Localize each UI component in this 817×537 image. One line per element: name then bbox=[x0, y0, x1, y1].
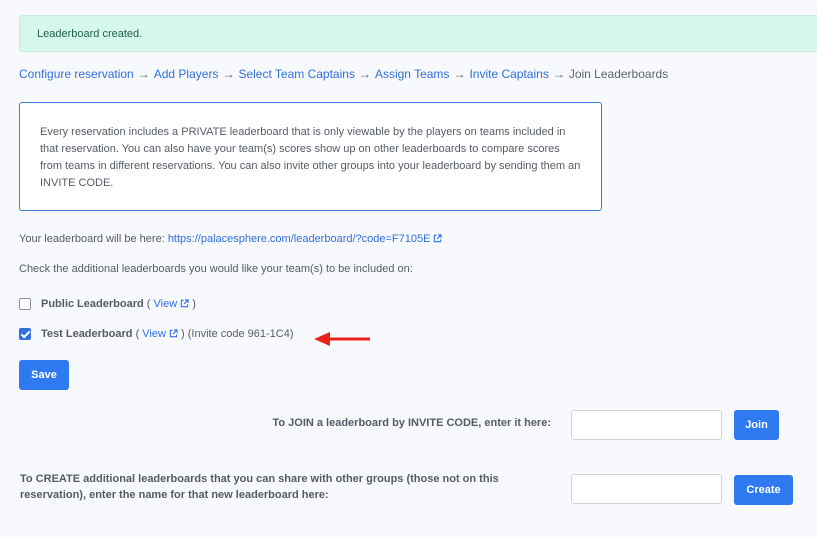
leaderboard-close-paren: ) bbox=[192, 298, 196, 310]
breadcrumb-separator: → bbox=[222, 67, 235, 81]
join-button[interactable]: Join bbox=[734, 410, 779, 440]
success-alert: Leaderboard created. bbox=[19, 15, 817, 52]
leaderboard-option-public: Public Leaderboard ( View ) bbox=[19, 298, 196, 310]
leaderboard-option-test: Test Leaderboard ( View ) (Invite code 9… bbox=[19, 328, 294, 340]
info-box: Every reservation includes a PRIVATE lea… bbox=[19, 102, 602, 211]
check-prompt: Check the additional leaderboards you wo… bbox=[19, 263, 413, 275]
leaderboard-url-prefix: Your leaderboard will be here: bbox=[19, 233, 165, 245]
breadcrumb-select-team-captains[interactable]: Select Team Captains bbox=[238, 67, 355, 81]
leaderboard-close-paren: ) bbox=[181, 328, 185, 340]
breadcrumb-configure-reservation[interactable]: Configure reservation bbox=[19, 67, 134, 81]
alert-message: Leaderboard created. bbox=[37, 28, 143, 40]
red-arrow-icon bbox=[314, 332, 370, 346]
breadcrumb-assign-teams[interactable]: Assign Teams bbox=[375, 67, 449, 81]
leaderboard-url-text: https://palacesphere.com/leaderboard/?co… bbox=[167, 233, 431, 245]
breadcrumb-add-players[interactable]: Add Players bbox=[154, 67, 219, 81]
view-public-leaderboard-link[interactable]: View bbox=[154, 298, 190, 310]
breadcrumb-separator: → bbox=[453, 67, 466, 81]
external-link-icon bbox=[180, 299, 189, 308]
invite-code-text: (Invite code 961-1C4) bbox=[187, 328, 294, 340]
new-leaderboard-name-input[interactable] bbox=[571, 474, 722, 504]
leaderboard-url-line: Your leaderboard will be here: https://p… bbox=[19, 233, 443, 245]
breadcrumb-separator: → bbox=[552, 67, 565, 81]
breadcrumb-separator: → bbox=[358, 67, 371, 81]
save-button[interactable]: Save bbox=[19, 360, 69, 390]
leaderboard-url-link[interactable]: https://palacesphere.com/leaderboard/?co… bbox=[168, 233, 443, 245]
test-leaderboard-checkbox[interactable] bbox=[19, 328, 31, 340]
join-label: To JOIN a leaderboard by INVITE CODE, en… bbox=[272, 417, 551, 429]
info-text: Every reservation includes a PRIVATE lea… bbox=[40, 126, 581, 189]
breadcrumb-current: Join Leaderboards bbox=[568, 67, 669, 81]
view-label: View bbox=[153, 298, 178, 310]
breadcrumb-invite-captains[interactable]: Invite Captains bbox=[469, 67, 548, 81]
external-link-icon bbox=[169, 329, 178, 338]
breadcrumb: Configure reservation → Add Players → Select… bbox=[19, 67, 668, 81]
invite-code-input[interactable] bbox=[571, 410, 722, 440]
view-test-leaderboard-link[interactable]: View bbox=[142, 328, 178, 340]
public-leaderboard-checkbox[interactable] bbox=[19, 298, 31, 310]
create-label: To CREATE additional leaderboards that y… bbox=[20, 473, 499, 501]
leaderboard-name: Public Leaderboard bbox=[41, 298, 144, 310]
external-link-icon bbox=[433, 234, 443, 243]
leaderboard-open-paren: ( bbox=[146, 298, 151, 310]
view-label: View bbox=[142, 328, 166, 340]
breadcrumb-separator: → bbox=[137, 67, 150, 81]
leaderboard-open-paren: ( bbox=[135, 328, 140, 340]
create-button[interactable]: Create bbox=[734, 475, 793, 505]
leaderboard-name: Test Leaderboard bbox=[41, 328, 133, 340]
